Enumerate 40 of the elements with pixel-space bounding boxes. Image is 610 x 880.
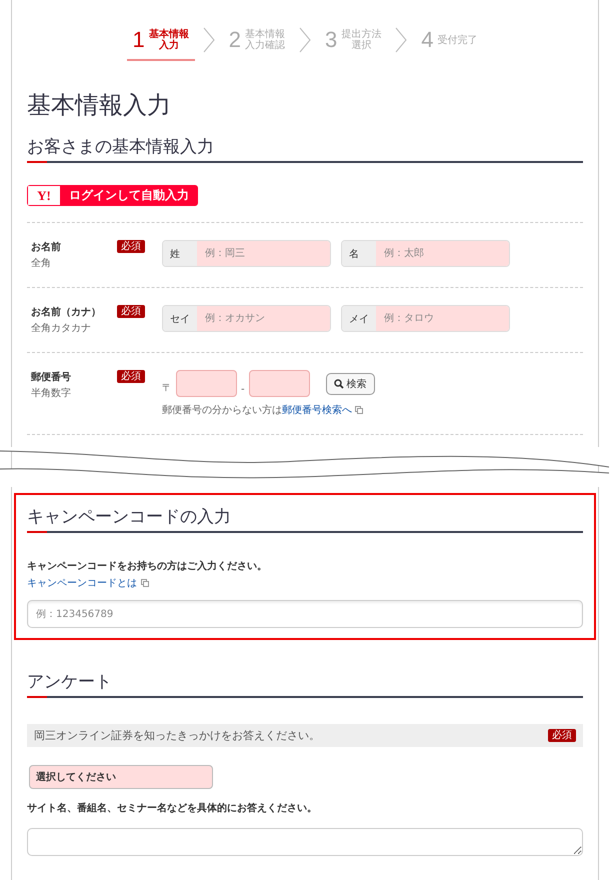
chevron-icon: [395, 27, 408, 53]
login-button[interactable]: Y! ログインして自動入力: [27, 185, 198, 206]
search-icon: [334, 378, 344, 388]
postal-mark: 〒: [162, 382, 172, 395]
section-heading: アンケート: [27, 671, 113, 693]
field-hint: 全角カタカナ: [31, 322, 92, 335]
required-badge: 必須: [548, 729, 576, 742]
field-label: お名前（カナ）: [31, 306, 102, 319]
instruction-text: キャンペーンコードをお持ちの方はご入力ください。: [27, 559, 268, 573]
chevron-icon: [202, 27, 215, 53]
answer-field[interactable]: [27, 828, 583, 856]
field-label: サイト名、番組名、セミナー名などを具体的にお答えください。: [27, 802, 318, 815]
postal-code-field[interactable]: [248, 370, 310, 397]
postal-code-field[interactable]: [176, 370, 237, 397]
postal-search-link[interactable]: 郵便番号検索へ: [282, 405, 352, 416]
field-label: お名前: [31, 240, 62, 254]
required-badge: 必須: [117, 305, 145, 318]
separator-text: -: [241, 384, 245, 395]
campaign-code-field[interactable]: 例：123456789: [27, 600, 583, 628]
name-field[interactable]: セイ 例：オカサン: [162, 305, 331, 332]
section-heading: キャンペーンコードの入力: [27, 506, 232, 528]
search-button[interactable]: 検索: [326, 372, 375, 394]
external-link-icon: [355, 406, 363, 414]
help-link[interactable]: キャンペーンコードとは: [27, 576, 137, 590]
name-field[interactable]: メイ 例：タロウ: [341, 305, 510, 332]
logo-icon: Y!: [28, 186, 60, 205]
page-title: 基本情報入力: [27, 90, 172, 121]
required-badge: 必須: [117, 370, 145, 383]
field-label: 郵便番号: [31, 370, 72, 384]
select-dropdown[interactable]: 選択してください: [29, 765, 213, 789]
name-field[interactable]: 名 例：太郎: [341, 240, 510, 267]
external-link-icon: [141, 579, 149, 587]
field-hint: 半角数字: [31, 386, 72, 400]
field-hint: 全角: [31, 257, 52, 270]
chevron-icon: [299, 27, 311, 53]
section-heading: お客さまの基本情報入力: [27, 136, 215, 158]
note-text: 郵便番号の分からない方は郵便番号検索へ: [162, 404, 352, 417]
required-badge: 必須: [117, 240, 145, 253]
name-field[interactable]: 姓 例：岡三: [162, 240, 331, 267]
question-text: 岡三オンライン証券を知ったきっかけをお答えください。: [34, 728, 320, 743]
